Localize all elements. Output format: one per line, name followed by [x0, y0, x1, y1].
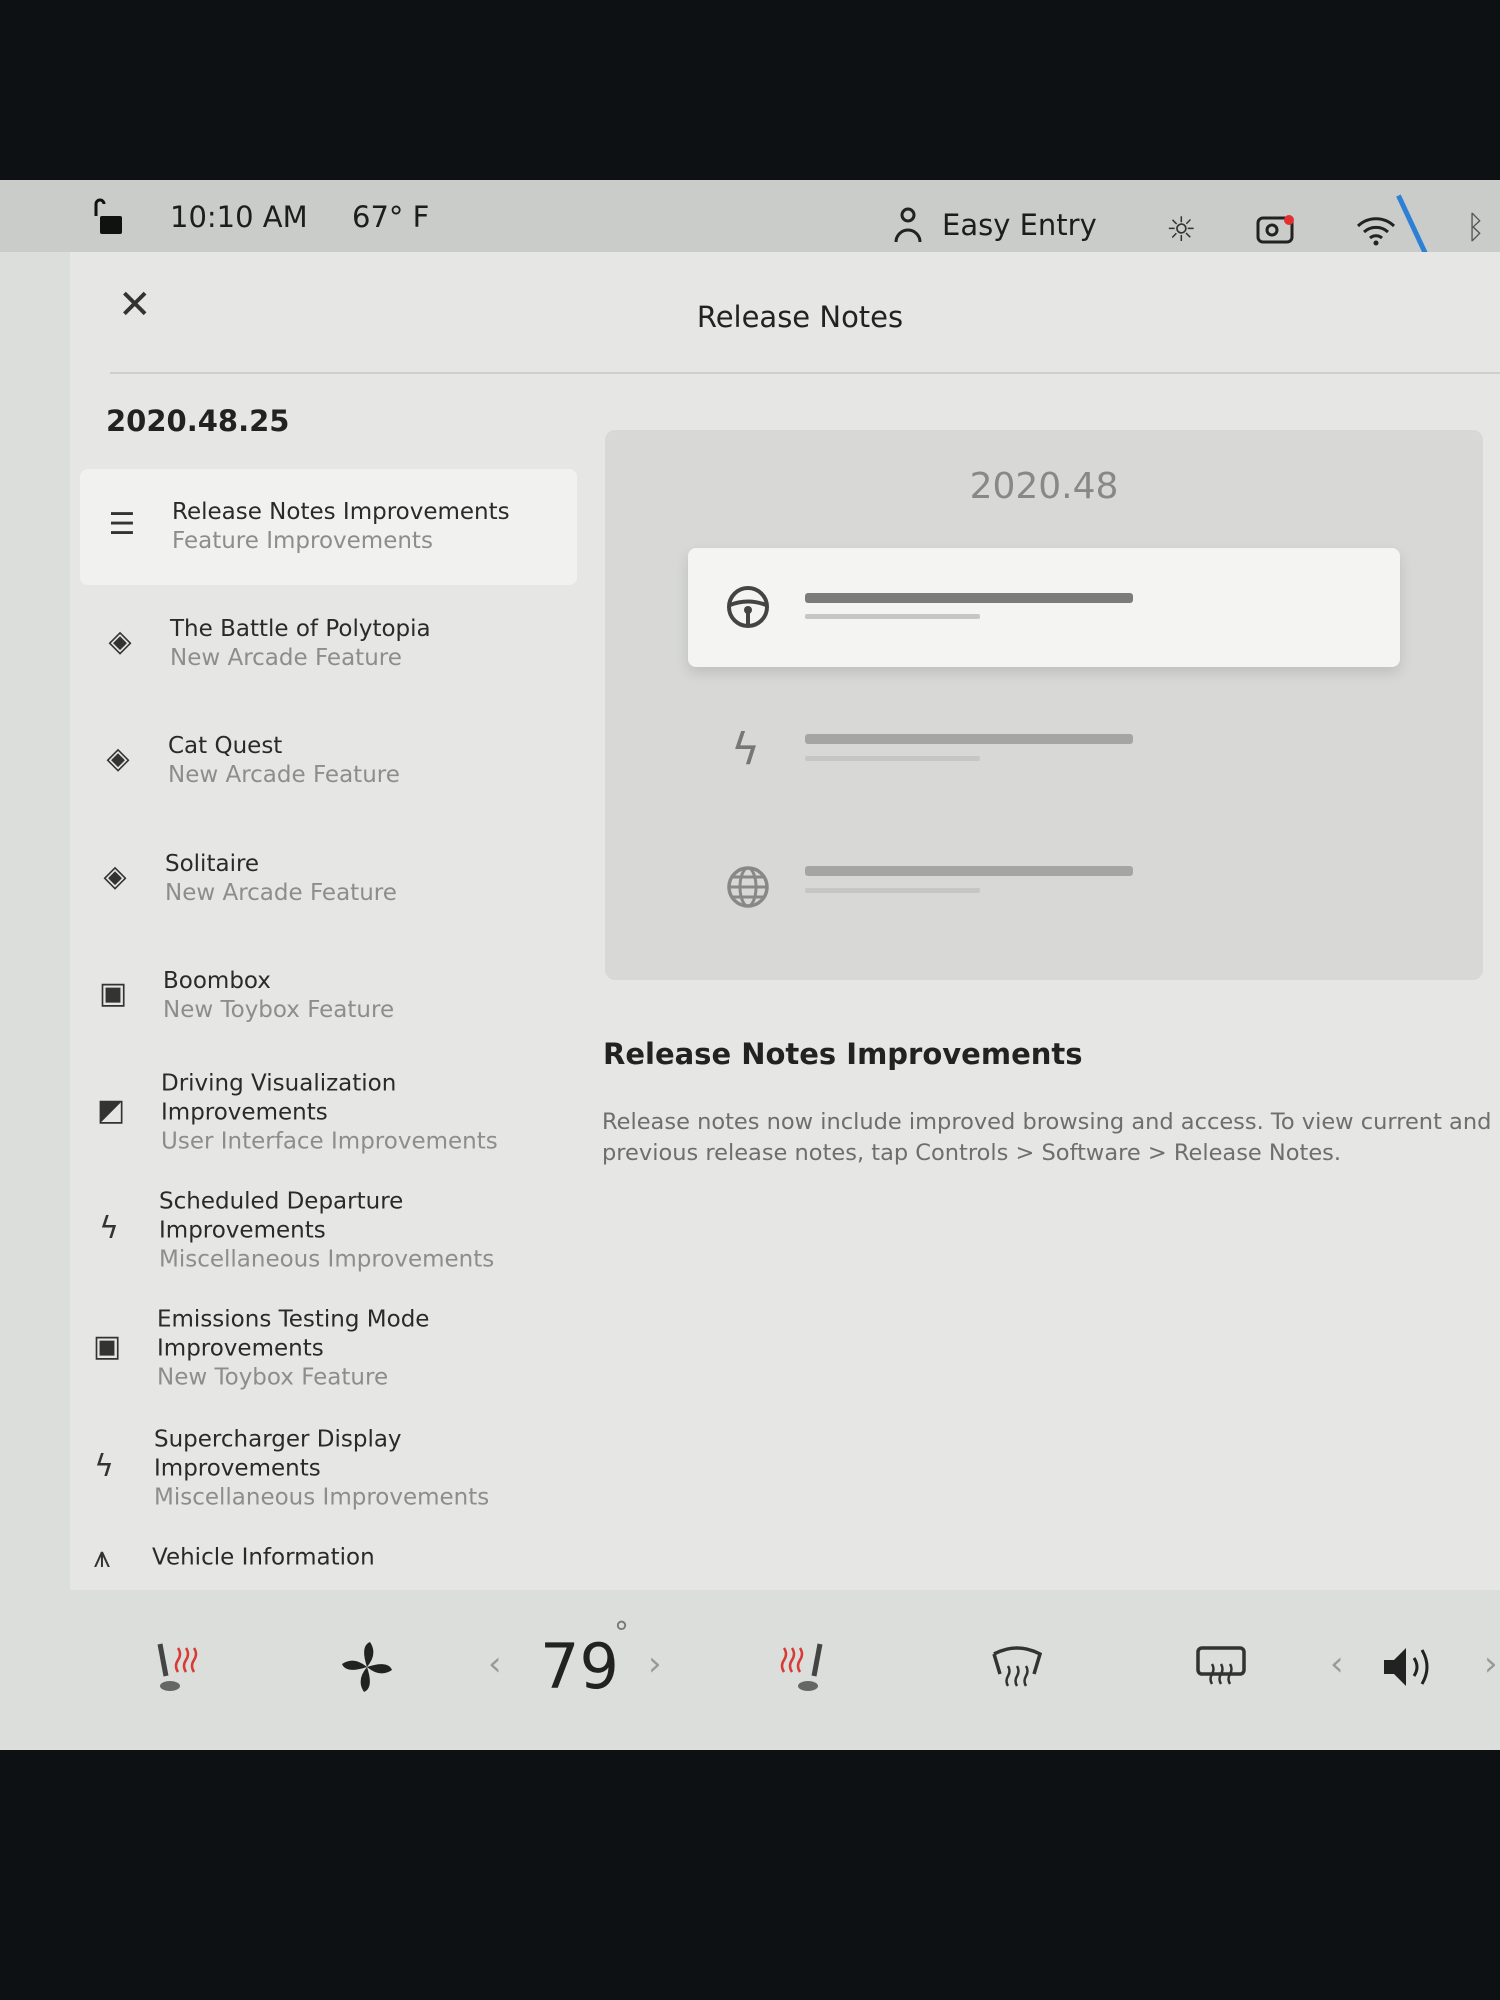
- bluetooth-icon[interactable]: ᛒ: [1466, 208, 1485, 246]
- item-title: Supercharger Display Improvements: [154, 1426, 402, 1482]
- passenger-seat-heater-icon[interactable]: [774, 1640, 828, 1705]
- item-title: Emissions Testing Mode Improvements: [157, 1306, 430, 1362]
- degree-symbol: °: [614, 1616, 629, 1651]
- display-icon: ◩: [96, 1093, 126, 1128]
- lock-open-icon[interactable]: [92, 198, 124, 238]
- driver-seat-heater-icon[interactable]: [152, 1640, 206, 1705]
- status-bar: 10:10 AM 67° F Easy Entry ☼ ᛒ: [0, 180, 1500, 266]
- sidebar-item[interactable]: ◈ The Battle of Polytopia New Arcade Fea…: [78, 586, 575, 702]
- gamepad-icon: ◈: [103, 859, 127, 894]
- steering-wheel-icon: [725, 584, 771, 634]
- item-title: Scheduled Departure Improvements: [159, 1188, 404, 1244]
- item-subtitle: New Toybox Feature: [163, 997, 395, 1023]
- item-title: Boombox: [163, 968, 271, 994]
- toybox-icon: ▣: [98, 976, 128, 1011]
- dialog-title: Release Notes: [696, 300, 904, 334]
- wifi-icon[interactable]: [1356, 214, 1396, 250]
- climate-bar: ‹ 79 ° › ‹ ›: [0, 1590, 1500, 1750]
- bolt-icon: ϟ: [94, 1449, 114, 1484]
- item-subtitle: New Arcade Feature: [165, 880, 397, 906]
- item-subtitle: New Arcade Feature: [170, 645, 402, 671]
- preview-version: 2020.48: [969, 466, 1119, 507]
- sidebar-item[interactable]: ◩ Driving Visualization Improvements Use…: [69, 1055, 566, 1171]
- volume-icon[interactable]: [1380, 1640, 1438, 1705]
- item-subtitle: User Interface Improvements: [161, 1128, 498, 1155]
- touchscreen: 10:10 AM 67° F Easy Entry ☼ ᛒ ✕ Release …: [0, 180, 1500, 1750]
- feature-preview: 2020.48 ϟ: [605, 430, 1483, 980]
- sun-icon[interactable]: ☼: [1166, 210, 1196, 250]
- sidebar-item[interactable]: ☰ Release Notes Improvements Feature Imp…: [80, 469, 577, 585]
- car-icon: ⩚: [93, 1540, 111, 1575]
- fan-icon[interactable]: [340, 1640, 394, 1705]
- item-title: Vehicle Information: [152, 1544, 375, 1571]
- sidebar-item[interactable]: ▣ Boombox New Toybox Feature: [71, 938, 568, 1054]
- item-subtitle: New Arcade Feature: [168, 762, 400, 788]
- divider: [110, 372, 1500, 374]
- temp-down-button[interactable]: ‹: [488, 1644, 502, 1684]
- item-subtitle: New Toybox Feature: [157, 1364, 389, 1391]
- detail-heading: Release Notes Improvements: [603, 1037, 1083, 1071]
- list-icon: ☰: [108, 507, 136, 542]
- toybox-icon: ▣: [92, 1329, 122, 1364]
- front-defrost-icon[interactable]: [990, 1640, 1044, 1705]
- item-title: The Battle of Polytopia: [170, 616, 431, 642]
- software-version: 2020.48.25: [106, 404, 290, 438]
- rear-defrost-icon[interactable]: [1194, 1640, 1248, 1705]
- item-title: Cat Quest: [168, 733, 283, 759]
- sidebar-item[interactable]: ▣ Emissions Testing Mode Improvements Ne…: [65, 1291, 562, 1407]
- cabin-temperature: 79: [540, 1630, 619, 1703]
- gamepad-icon: ◈: [108, 624, 132, 659]
- dashcam-icon[interactable]: [1256, 214, 1296, 250]
- globe-icon: [725, 864, 771, 914]
- item-title: Driving Visualization Improvements: [161, 1070, 397, 1126]
- outside-temperature: 67° F: [352, 200, 430, 234]
- volume-down-button[interactable]: ‹: [1330, 1644, 1344, 1684]
- preview-highlight-card: [688, 548, 1400, 667]
- sidebar-item[interactable]: ⩚ Vehicle Information: [60, 1530, 557, 1586]
- item-subtitle: Feature Improvements: [172, 528, 433, 554]
- driver-profile[interactable]: Easy Entry: [942, 208, 1097, 242]
- detail-body: Release notes now include improved brows…: [602, 1109, 1492, 1166]
- volume-up-button[interactable]: ›: [1484, 1644, 1498, 1684]
- clock: 10:10 AM: [170, 200, 308, 234]
- person-icon[interactable]: [893, 206, 923, 248]
- temp-up-button[interactable]: ›: [648, 1644, 662, 1684]
- item-subtitle: Miscellaneous Improvements: [159, 1246, 495, 1273]
- sidebar-item[interactable]: ◈ Solitaire New Arcade Feature: [73, 821, 570, 937]
- item-title: Solitaire: [165, 851, 260, 877]
- bolt-icon: ϟ: [731, 724, 761, 775]
- sidebar-item[interactable]: ϟ Supercharger Display Improvements Misc…: [62, 1411, 559, 1527]
- item-subtitle: Miscellaneous Improvements: [154, 1484, 490, 1511]
- bolt-icon: ϟ: [99, 1211, 119, 1246]
- sidebar-item[interactable]: ϟ Scheduled Departure Improvements Misce…: [67, 1173, 564, 1289]
- item-title: Release Notes Improvements: [172, 499, 510, 525]
- release-notes-dialog: ✕ Release Notes 2020.48.25 ☰ Release Not…: [70, 252, 1500, 1590]
- sidebar-item[interactable]: ◈ Cat Quest New Arcade Feature: [76, 703, 573, 819]
- gamepad-icon: ◈: [106, 741, 130, 776]
